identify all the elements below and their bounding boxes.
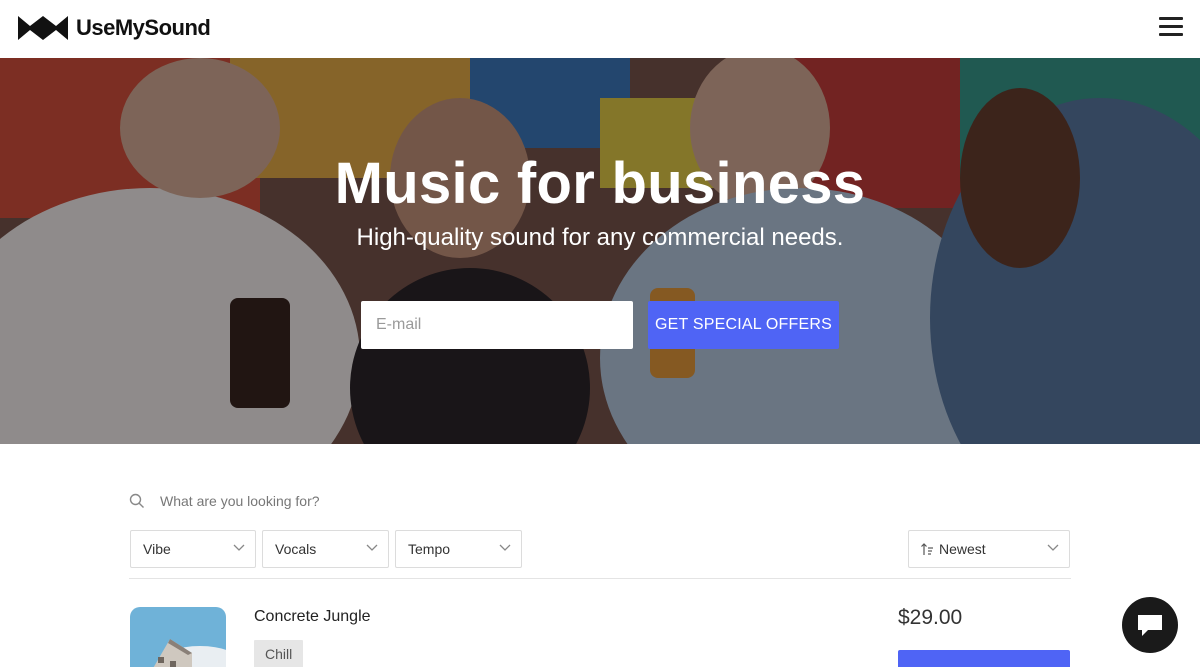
- filter-vibe-dropdown[interactable]: Vibe: [130, 530, 256, 568]
- track-tag[interactable]: Chill: [254, 640, 304, 667]
- filter-tempo-dropdown[interactable]: Tempo: [395, 530, 522, 568]
- filter-label: Vocals: [275, 541, 317, 557]
- chat-glyph: [1138, 615, 1162, 636]
- sort-icon: [921, 542, 933, 555]
- chevron-down-icon: [499, 544, 511, 551]
- filter-label: Vibe: [143, 541, 171, 557]
- search-icon: [129, 493, 144, 508]
- site-header: UseMySound: [0, 0, 1200, 58]
- chevron-down-icon: [366, 544, 378, 551]
- chevron-down-icon: [1047, 544, 1059, 551]
- track-price: $29.00: [898, 606, 963, 629]
- get-it-button[interactable]: GET IT: [898, 650, 1070, 667]
- chat-bubble-icon[interactable]: [1122, 597, 1178, 653]
- brand-logo[interactable]: UseMySound: [16, 12, 211, 44]
- search-input[interactable]: [160, 490, 660, 512]
- hero-banner: Music for business High-quality sound fo…: [0, 58, 1200, 444]
- brand-name: UseMySound: [76, 15, 211, 40]
- divider: [129, 578, 1071, 579]
- cover-art: [130, 607, 226, 667]
- hero-title: Music for business: [334, 151, 866, 216]
- filter-label: Tempo: [408, 541, 451, 557]
- logo-mark-icon: [18, 16, 68, 40]
- hero-subtitle: High-quality sound for any commercial ne…: [356, 224, 844, 251]
- track-title[interactable]: Concrete Jungle: [254, 608, 371, 626]
- hamburger-menu-icon[interactable]: [1159, 17, 1183, 39]
- chevron-down-icon: [233, 544, 245, 551]
- sort-label: Newest: [939, 541, 986, 557]
- email-input[interactable]: [361, 301, 633, 349]
- track-cover-image[interactable]: [130, 607, 226, 667]
- sort-dropdown[interactable]: Newest: [908, 530, 1070, 568]
- get-special-offers-button[interactable]: GET SPECIAL OFFERS: [648, 301, 839, 349]
- filter-vocals-dropdown[interactable]: Vocals: [262, 530, 389, 568]
